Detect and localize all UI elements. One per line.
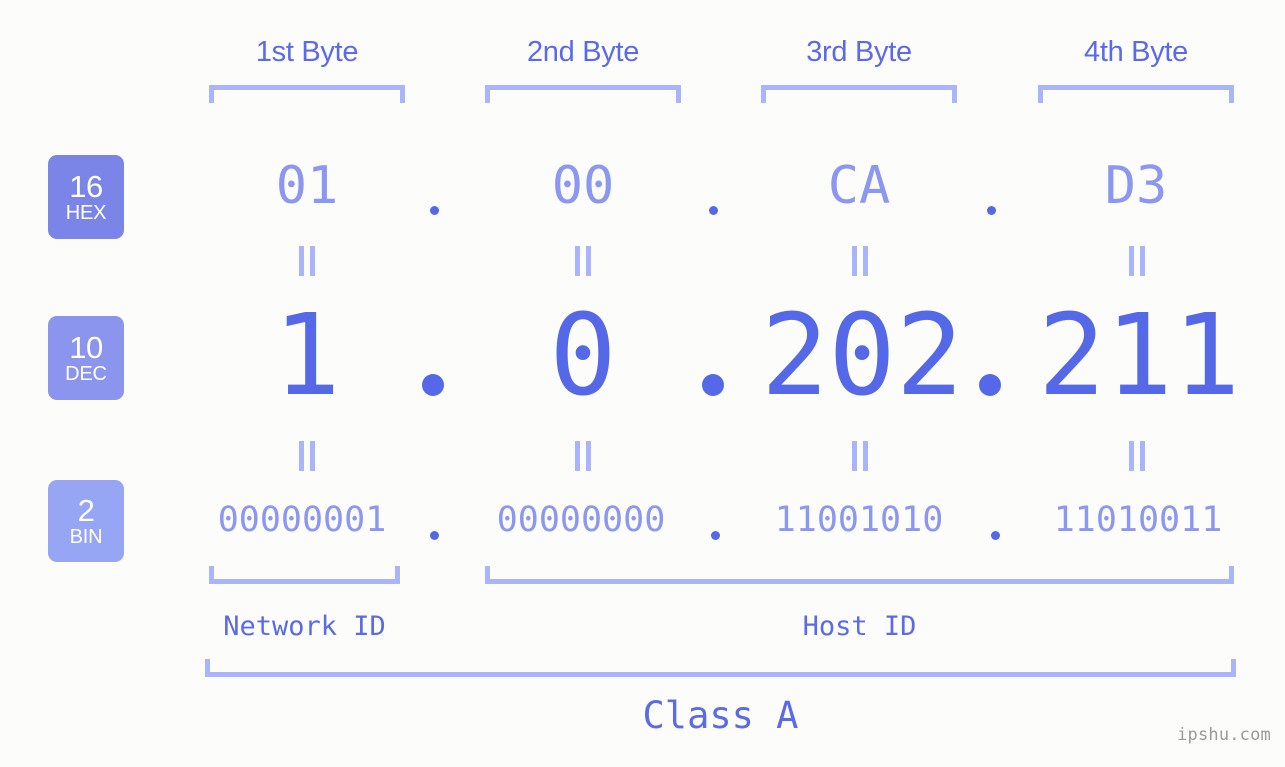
dec-byte-2: 0: [549, 291, 617, 421]
class-label: Class A: [642, 694, 799, 737]
equals-marker-hex-dec-3: [847, 246, 873, 276]
bin-value-row: 00000001 00000000 11001010 11010011: [0, 503, 1285, 553]
hex-separator-dot-3: [987, 206, 996, 215]
equals-marker-hex-dec-2: [570, 246, 596, 276]
byte-header-3: 3rd Byte: [806, 36, 912, 68]
class-bracket: [205, 659, 1236, 677]
byte-header-2: 2nd Byte: [526, 36, 640, 68]
dec-byte-4: 211: [1038, 291, 1241, 421]
equals-marker-dec-bin-3: [847, 441, 873, 471]
hex-byte-1: 01: [275, 156, 339, 216]
host-id-bracket: [485, 566, 1234, 584]
bin-byte-4: 11010011: [1053, 500, 1223, 540]
host-id-label: Host ID: [802, 611, 917, 642]
network-id-label: Network ID: [223, 611, 386, 642]
equals-marker-hex-dec-4: [1124, 246, 1150, 276]
bin-separator-dot-1: [430, 531, 439, 540]
dec-separator-dot-1: [422, 374, 444, 396]
byte-bracket-3: [761, 85, 957, 103]
ip-address-diagram: 1st Byte 2nd Byte 3rd Byte 4th Byte 16 H…: [0, 0, 1285, 767]
network-id-bracket: [209, 566, 400, 584]
bin-byte-3: 11001010: [774, 500, 944, 540]
dec-byte-3: 202: [761, 291, 964, 421]
hex-separator-dot-1: [430, 206, 439, 215]
byte-bracket-2: [485, 85, 681, 103]
byte-header-4: 4th Byte: [1084, 36, 1188, 68]
equals-marker-dec-bin-1: [294, 441, 320, 471]
byte-header-1: 1st Byte: [255, 36, 359, 68]
dec-byte-1: 1: [273, 291, 341, 421]
hex-byte-4: D3: [1104, 156, 1168, 216]
equals-marker-dec-bin-4: [1124, 441, 1150, 471]
hex-byte-3: CA: [827, 156, 891, 216]
bin-byte-1: 00000001: [217, 500, 387, 540]
hex-separator-dot-2: [709, 206, 718, 215]
dec-value-row: 1 0 202 211: [0, 300, 1285, 420]
equals-marker-hex-dec-1: [294, 246, 320, 276]
site-watermark: ipshu.com: [1177, 725, 1271, 745]
dec-separator-dot-3: [979, 374, 1001, 396]
dec-separator-dot-2: [702, 374, 724, 396]
hex-byte-2: 00: [551, 156, 615, 216]
bin-byte-2: 00000000: [496, 500, 666, 540]
hex-value-row: 01 00 CA D3: [0, 160, 1285, 230]
bin-separator-dot-2: [711, 531, 720, 540]
bin-separator-dot-3: [991, 531, 1000, 540]
byte-bracket-4: [1038, 85, 1234, 103]
byte-bracket-1: [209, 85, 405, 103]
equals-marker-dec-bin-2: [570, 441, 596, 471]
